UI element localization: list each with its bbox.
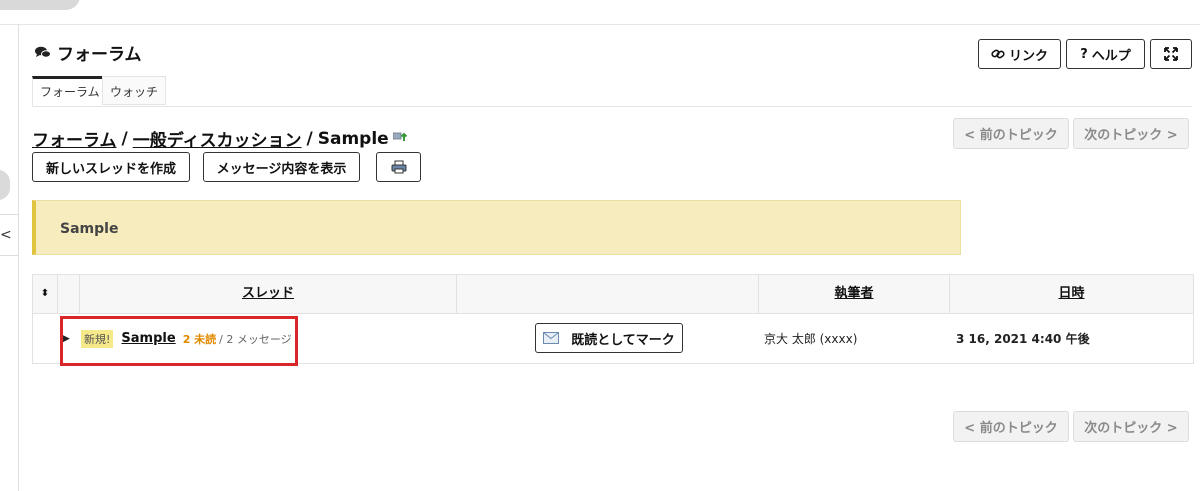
date-cell: 3 16, 2021 4:40 午後 xyxy=(956,332,1090,346)
header-author-label: 執筆者 xyxy=(834,286,874,301)
header-author[interactable]: 執筆者 xyxy=(759,275,950,313)
expand-icon xyxy=(1164,47,1178,61)
link-button-label: リンク xyxy=(1008,48,1048,64)
breadcrumb: フォーラム / 一般ディスカッション / Sample xyxy=(32,126,409,151)
show-messages-button-label: メッセージ内容を表示 xyxy=(216,161,347,177)
top-bar xyxy=(0,0,1200,25)
page-title-text: フォーラム xyxy=(57,45,142,65)
chevron-left-icon: < xyxy=(0,227,12,243)
collapse-sidebar-button[interactable]: < xyxy=(0,214,19,256)
breadcrumb-separator: / xyxy=(121,128,128,149)
link-icon xyxy=(991,49,1005,59)
new-thread-button-label: 新しいスレッドを作成 xyxy=(45,161,176,177)
top-pill-button[interactable] xyxy=(0,0,80,10)
prev-topic-button-top[interactable]: < 前のトピック xyxy=(953,118,1069,149)
left-sidebar-edge xyxy=(0,24,19,491)
new-thread-button[interactable]: 新しいスレッドを作成 xyxy=(32,152,190,182)
header-thread-label: スレッド xyxy=(241,286,294,301)
question-icon: ? xyxy=(1080,46,1088,62)
help-button[interactable]: ? ヘルプ xyxy=(1066,39,1145,69)
forum-description-banner: Sample xyxy=(32,200,961,255)
header-spacer xyxy=(58,275,80,313)
prev-topic-button-bottom[interactable]: < 前のトピック xyxy=(953,411,1069,442)
highlight-box xyxy=(60,316,298,366)
breadcrumb-discussion-link[interactable]: 一般ディスカッション xyxy=(133,126,302,151)
header-thread[interactable]: スレッド xyxy=(80,275,457,313)
tab-bar: フォーラム ウォッチ xyxy=(32,76,1192,107)
show-messages-button[interactable]: メッセージ内容を表示 xyxy=(203,152,360,182)
mark-as-read-button[interactable]: 既読としてマーク xyxy=(535,323,683,353)
comments-icon xyxy=(35,46,51,58)
next-topic-label: 次のトピック > xyxy=(1084,421,1178,436)
help-button-label: ヘルプ xyxy=(1091,48,1131,64)
prev-topic-label: < 前のトピック xyxy=(964,421,1058,436)
fullscreen-button[interactable] xyxy=(1150,39,1192,69)
tab-forum[interactable]: フォーラム xyxy=(32,76,108,106)
banner-text: Sample xyxy=(60,221,119,237)
breadcrumb-forum-link[interactable]: フォーラム xyxy=(32,126,117,151)
print-button[interactable] xyxy=(376,152,421,182)
breadcrumb-current: Sample xyxy=(317,128,389,149)
next-topic-button-top[interactable]: 次のトピック > xyxy=(1073,118,1189,149)
tab-watch[interactable]: ウォッチ xyxy=(102,76,167,105)
breadcrumb-separator: / xyxy=(306,128,313,149)
prev-topic-label: < 前のトピック xyxy=(964,128,1058,143)
page-title: フォーラム xyxy=(35,40,142,65)
next-topic-label: 次のトピック > xyxy=(1084,128,1178,143)
link-button[interactable]: リンク xyxy=(978,39,1061,69)
subscribe-icon[interactable] xyxy=(392,132,409,146)
print-icon xyxy=(391,160,406,174)
table-header: ⬍ スレッド 執筆者 日時 xyxy=(33,275,1193,314)
next-topic-button-bottom[interactable]: 次のトピック > xyxy=(1073,411,1189,442)
sort-toggle-icon[interactable]: ⬍ xyxy=(33,275,58,313)
author-cell: 京大 太郎 (xxxx) xyxy=(764,332,858,346)
envelope-icon xyxy=(543,332,560,344)
header-date[interactable]: 日時 xyxy=(950,275,1193,313)
header-date-label: 日時 xyxy=(1058,286,1085,301)
mark-as-read-label: 既読としてマーク xyxy=(571,332,675,348)
header-mark xyxy=(457,275,759,313)
